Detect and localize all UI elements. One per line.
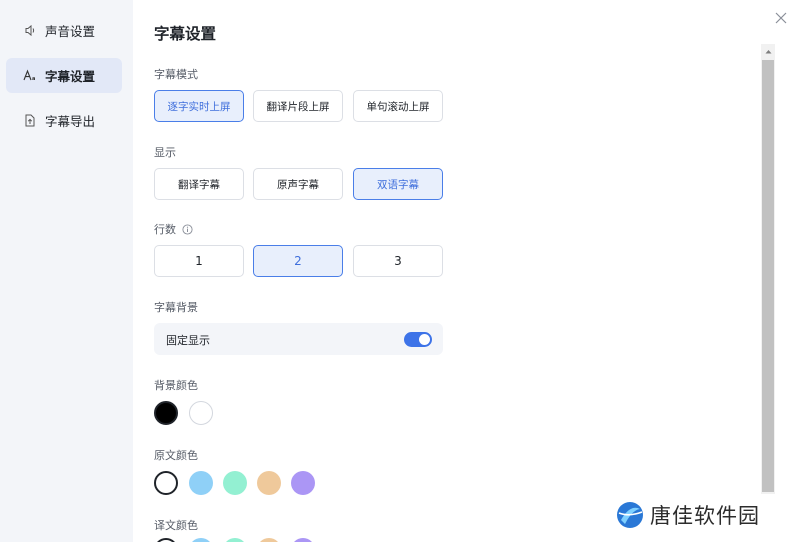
translation-color-swatch-white[interactable]: [154, 538, 178, 542]
display-option-original[interactable]: 原声字幕: [253, 168, 343, 200]
translation-color-swatch-purple[interactable]: [291, 538, 315, 542]
sidebar-item-label: 声音设置: [45, 24, 96, 39]
lines-option-2[interactable]: 2: [253, 245, 343, 277]
bg-color-swatch-black[interactable]: [154, 401, 178, 425]
fixed-display-toggle[interactable]: [404, 332, 432, 347]
sidebar-item-sound-settings[interactable]: 声音设置: [6, 13, 122, 48]
settings-panel: 字幕设置 字幕模式 逐字实时上屏 翻译片段上屏 单句滚动上屏 显示 翻译字幕 原…: [133, 0, 800, 542]
sidebar-item-subtitle-export[interactable]: 字幕导出: [6, 103, 122, 138]
watermark: 唐佳软件园: [615, 500, 760, 530]
font-icon: a: [23, 69, 37, 83]
page-title: 字幕设置: [154, 25, 217, 43]
lines-option-1[interactable]: 1: [154, 245, 244, 277]
speaker-icon: [23, 24, 37, 38]
translation-color-label: 译文颜色: [154, 519, 198, 532]
source-color-swatch-blue[interactable]: [189, 471, 213, 495]
lines-label: 行数: [154, 221, 193, 237]
mode-option-realtime[interactable]: 逐字实时上屏: [154, 90, 244, 122]
translation-color-swatch-green[interactable]: [223, 538, 247, 542]
scrollbar[interactable]: [761, 44, 775, 494]
toggle-knob: [419, 334, 430, 345]
sidebar-item-label: 字幕设置: [45, 69, 96, 84]
lines-label-text: 行数: [154, 223, 176, 236]
source-color-swatch-orange[interactable]: [257, 471, 281, 495]
source-color-swatch-green[interactable]: [223, 471, 247, 495]
subtitle-mode-label: 字幕模式: [154, 68, 198, 81]
sidebar-item-label: 字幕导出: [45, 114, 96, 129]
fixed-display-row: 固定显示: [154, 323, 443, 355]
mode-option-segment[interactable]: 翻译片段上屏: [253, 90, 343, 122]
translation-color-swatch-blue[interactable]: [189, 538, 213, 542]
display-option-translation[interactable]: 翻译字幕: [154, 168, 244, 200]
subtitle-background-label: 字幕背景: [154, 301, 198, 314]
source-color-swatch-white[interactable]: [154, 471, 178, 495]
mode-option-scroll[interactable]: 单句滚动上屏: [353, 90, 443, 122]
display-label: 显示: [154, 146, 176, 159]
background-color-label: 背景颜色: [154, 379, 198, 392]
source-color-swatch-purple[interactable]: [291, 471, 315, 495]
translation-color-swatch-orange[interactable]: [257, 538, 281, 542]
sidebar-item-subtitle-settings[interactable]: a 字幕设置: [6, 58, 122, 93]
display-option-bilingual[interactable]: 双语字幕: [353, 168, 443, 200]
scrollbar-thumb[interactable]: [762, 60, 774, 492]
bg-color-swatch-white[interactable]: [189, 401, 213, 425]
lines-option-3[interactable]: 3: [353, 245, 443, 277]
watermark-logo-icon: [615, 500, 645, 530]
svg-text:a: a: [32, 76, 35, 82]
close-icon[interactable]: [773, 10, 789, 26]
export-icon: [23, 114, 37, 128]
info-icon[interactable]: [182, 223, 193, 235]
source-color-label: 原文颜色: [154, 449, 198, 462]
fixed-display-label: 固定显示: [166, 334, 210, 347]
sidebar: 声音设置 a 字幕设置 字幕导出: [0, 0, 133, 542]
scroll-up-arrow-icon[interactable]: [761, 44, 775, 58]
watermark-text: 唐佳软件园: [650, 504, 760, 528]
